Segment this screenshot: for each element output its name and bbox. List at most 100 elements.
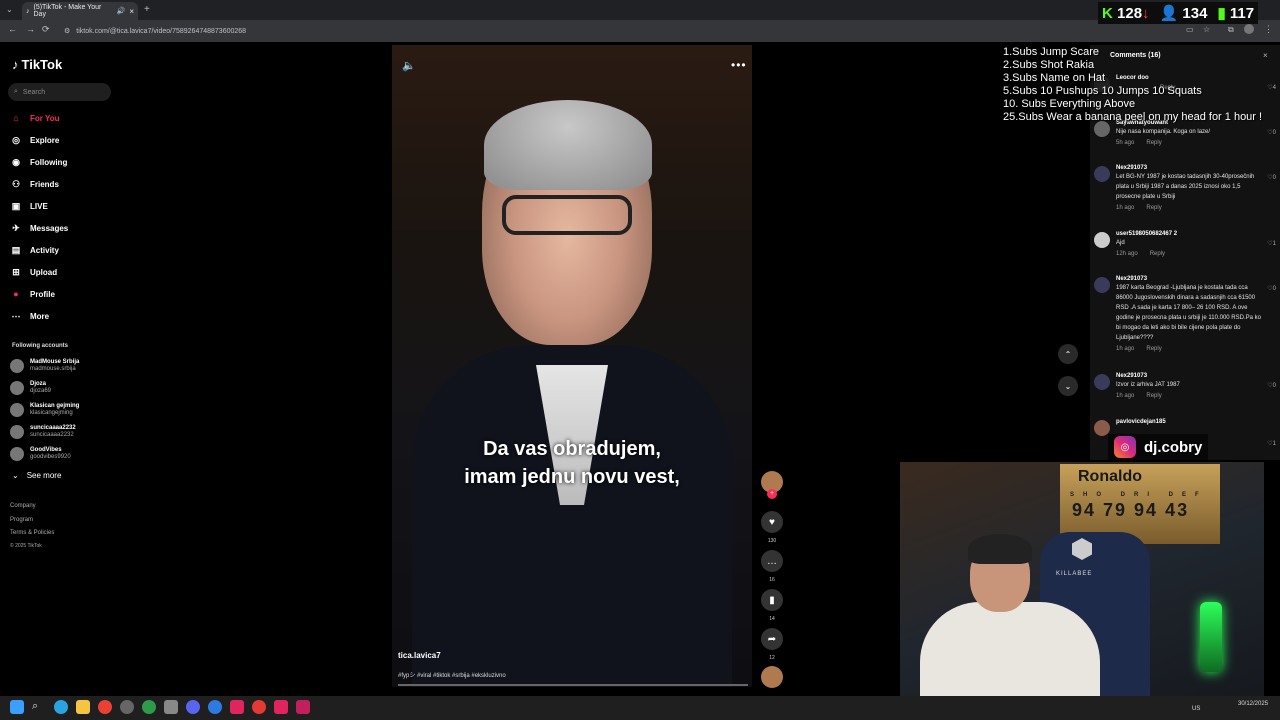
following-account[interactable]: MadMouse Srbija madmouse.srbija (10, 356, 120, 376)
rgb-microphone (1200, 602, 1222, 672)
obs-icon[interactable] (252, 700, 266, 714)
nav-friends[interactable]: ⚇ Friends (10, 175, 120, 193)
video-hashtags[interactable]: #fypシ #viral #tiktok #srbija #ekskluzivn… (398, 670, 506, 679)
comment-item: Nex291073 Let BG-NY 1987 je kostao tadasn… (1094, 164, 1276, 212)
discord-icon[interactable] (186, 700, 200, 714)
tab-list-icon[interactable]: ⌄ (6, 5, 13, 14)
following-account[interactable]: GoodVibes goodvibes9920 (10, 444, 120, 464)
comment-like[interactable]: ♡0 (1267, 285, 1276, 292)
video-player[interactable]: Da vas obradujem, imam jednu novu vest, (392, 45, 752, 687)
next-video-button[interactable]: ⌄ (1058, 376, 1078, 396)
nav-more[interactable]: ⋯ More (10, 307, 120, 325)
file-explorer-icon[interactable] (76, 700, 90, 714)
subtitle-line-2: imam jednu novu vest, (464, 466, 680, 488)
address-bar[interactable]: ⚙ tiktok.com/@tica.lavica7/video/7589264… (60, 24, 1210, 38)
volume-icon[interactable]: 🔈 (402, 59, 416, 72)
following-account[interactable]: Djoza djoza69 (10, 378, 120, 398)
comment-like[interactable]: ♡0 (1267, 129, 1276, 136)
reply-button[interactable]: Reply (1146, 139, 1161, 147)
account-handle: klasicangejming (30, 410, 73, 416)
comment-like[interactable]: ♡1 (1267, 440, 1276, 447)
goal-line: 10. Subs Everything Above (1003, 98, 1136, 110)
search-input[interactable]: ⌕ Search (8, 83, 111, 101)
save-button[interactable]: ▮ 14 (758, 589, 786, 622)
following-account[interactable]: Klasican gejming klasicangejming (10, 400, 120, 420)
reload-icon[interactable]: ⟳ (42, 24, 50, 35)
profile-avatar[interactable] (1244, 24, 1254, 34)
comment-like[interactable]: ♡0 (1267, 174, 1276, 181)
comment-user[interactable]: pavlovicdejan185 (1116, 418, 1266, 426)
app-icon[interactable] (274, 700, 288, 714)
nav-profile[interactable]: ● Profile (10, 285, 120, 303)
video-username[interactable]: tica.lavica7 (398, 651, 441, 660)
close-comments-icon[interactable]: × (1263, 51, 1268, 60)
input-language[interactable]: US (1192, 706, 1200, 712)
video-more-icon[interactable]: ••• (731, 58, 747, 72)
nav-messages[interactable]: ✈ Messages (10, 219, 120, 237)
app-icon[interactable] (142, 700, 156, 714)
nav-upload[interactable]: ⊞ Upload (10, 263, 120, 281)
taskbar-search-icon[interactable]: ⌕ (32, 700, 46, 714)
goal-line: 1.Subs Jump Scare (1003, 46, 1099, 58)
edge-icon[interactable] (54, 700, 68, 714)
footer-link-program[interactable]: Program (10, 517, 33, 523)
extensions-icon[interactable]: ⧉ (1228, 25, 1234, 35)
footer-copyright: © 2025 TikTok (10, 543, 42, 549)
share-button[interactable]: ➦ 12 (758, 628, 786, 661)
comment-user[interactable]: user5198050682467 2 (1116, 230, 1266, 238)
goal-line: 3.Subs Name on Hat (1003, 72, 1106, 84)
comment-count: 16 (769, 577, 775, 583)
nav-explore[interactable]: ◎ Explore (10, 131, 120, 149)
back-icon[interactable]: ← (8, 24, 17, 34)
app-icon[interactable] (296, 700, 310, 714)
menu-kebab-icon[interactable]: ⋮ (1264, 24, 1273, 35)
comment-like[interactable]: ♡0 (1267, 382, 1276, 389)
chrome-icon[interactable] (98, 700, 112, 714)
avatar[interactable] (1094, 277, 1110, 293)
taskbar-clock[interactable]: 30/12/2025 (1238, 700, 1268, 708)
steam-icon[interactable] (120, 700, 134, 714)
avatar[interactable] (1094, 166, 1110, 182)
comment-button[interactable]: … 16 (758, 550, 786, 583)
avatar[interactable] (1094, 232, 1110, 248)
app-icon[interactable] (230, 700, 244, 714)
tiktok-logo[interactable]: ♪ TikTok (12, 57, 62, 72)
new-tab-button[interactable]: + (144, 4, 150, 15)
nav-activity[interactable]: ▤ Activity (10, 241, 120, 259)
nav-following[interactable]: ◉ Following (10, 153, 120, 171)
reply-button[interactable]: Reply (1146, 392, 1161, 400)
like-button[interactable]: ♥ 130 (758, 511, 786, 544)
see-more-button[interactable]: ⌄ See more (12, 471, 61, 480)
reply-button[interactable]: Reply (1146, 345, 1161, 353)
reply-button[interactable]: Reply (1146, 204, 1161, 212)
install-icon[interactable]: ▭ (1186, 25, 1194, 34)
follow-plus-icon[interactable]: + (767, 489, 777, 499)
app-icon[interactable] (208, 700, 222, 714)
footer-link-terms[interactable]: Terms & Policies (10, 530, 54, 536)
speaker-icon[interactable]: 🔊 (117, 7, 126, 15)
footer-link-company[interactable]: Company (10, 503, 36, 509)
comment-user[interactable]: Nex291073 (1116, 275, 1266, 283)
windows-start-icon[interactable] (10, 700, 24, 714)
bookmark-star-icon[interactable]: ☆ (1203, 25, 1210, 34)
reply-button[interactable]: Reply (1150, 250, 1165, 258)
comment-like[interactable]: ♡1 (1267, 240, 1276, 247)
nav-label: Explore (30, 135, 60, 145)
comment-user[interactable]: Nex291073 (1116, 164, 1266, 172)
close-tab-icon[interactable]: × (129, 7, 134, 16)
video-subtitle: Da vas obradujem, imam jednu novu vest, (412, 435, 732, 491)
video-progress-bar[interactable] (398, 684, 748, 686)
comment-like[interactable]: ♡4 (1267, 84, 1276, 91)
comment-user[interactable]: Nex291073 (1116, 372, 1266, 380)
site-info-icon[interactable]: ⚙ (64, 27, 70, 35)
forward-icon[interactable]: → (26, 24, 35, 34)
previous-video-button[interactable]: ⌃ (1058, 344, 1078, 364)
search-placeholder: Search (22, 88, 46, 96)
sound-disc[interactable] (758, 666, 786, 688)
nav-for-you[interactable]: ⌂ For You (10, 109, 120, 127)
nav-live[interactable]: ▣ LIVE (10, 197, 120, 215)
avatar[interactable] (1094, 374, 1110, 390)
app-icon[interactable] (164, 700, 178, 714)
following-account[interactable]: suncicaaaa2232 suncicaaaa2232 (10, 422, 120, 442)
browser-tab[interactable]: ♪ (5)TikTok - Make Your Day 🔊 × (22, 2, 138, 20)
